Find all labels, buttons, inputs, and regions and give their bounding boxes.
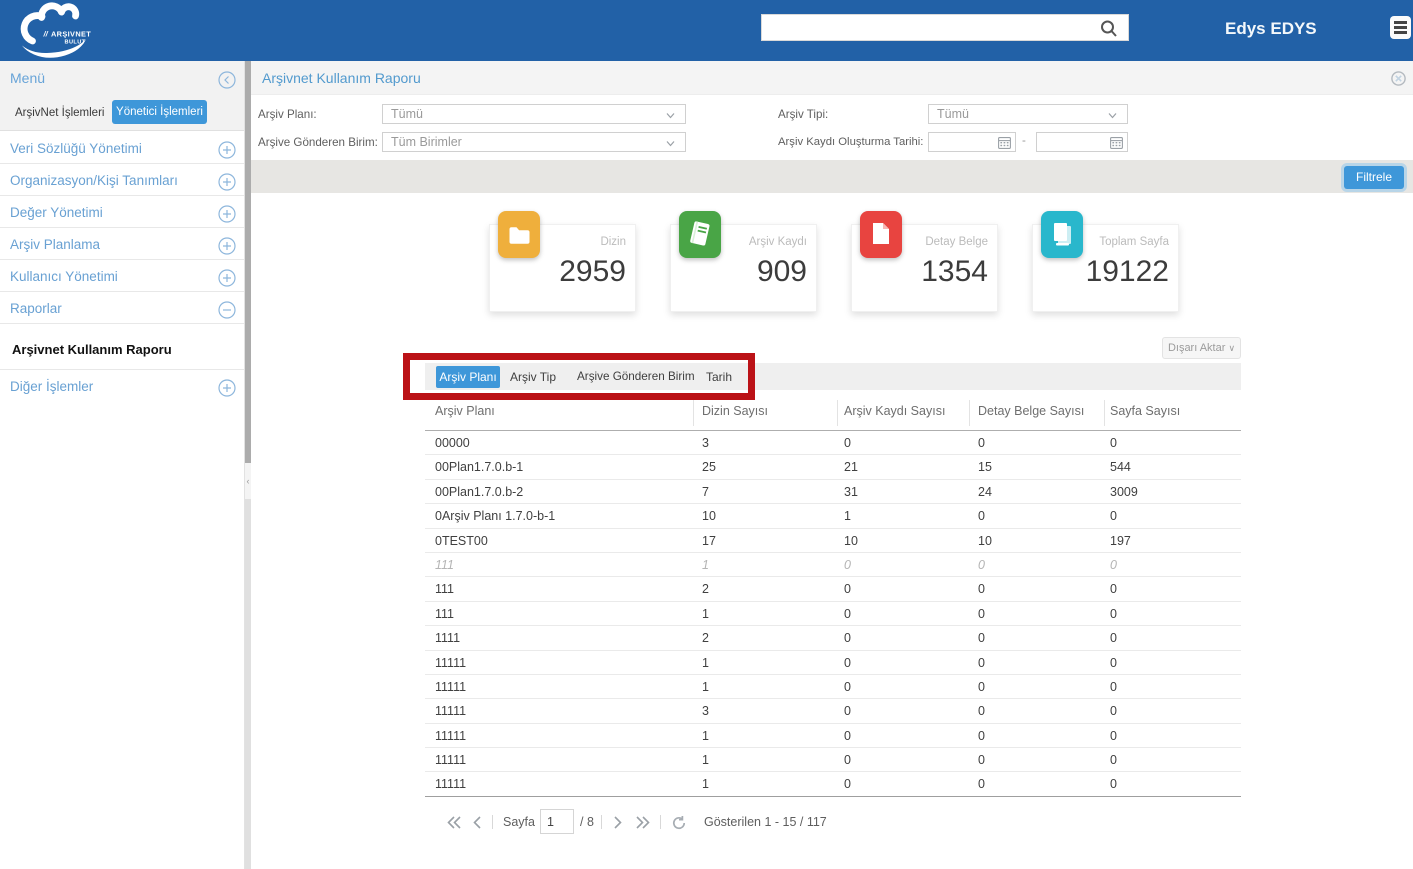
- svg-text://: //: [43, 30, 49, 39]
- svg-text:BULUT: BULUT: [65, 40, 86, 46]
- svg-text:ARŞIVNET: ARŞIVNET: [51, 30, 91, 39]
